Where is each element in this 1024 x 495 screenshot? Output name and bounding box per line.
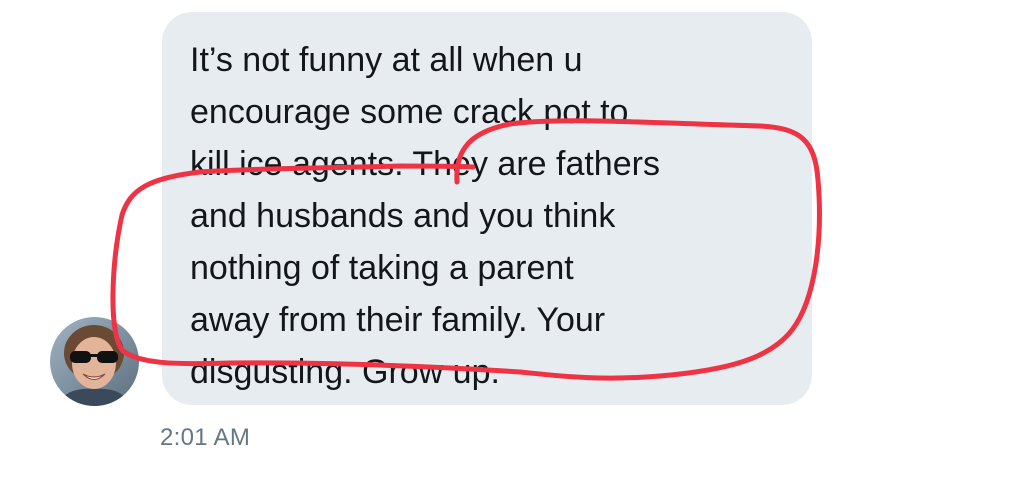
message-line: kill ice agents. They are fathers xyxy=(190,145,660,183)
sender-avatar[interactable] xyxy=(50,317,139,406)
message-line: It’s not funny at all when u xyxy=(190,41,583,79)
message-line: disgusting. Grow up. xyxy=(190,353,500,391)
message-timestamp: 2:01 AM xyxy=(160,424,251,451)
dm-conversation: It’s not funny at all when u encourage s… xyxy=(0,0,1024,495)
message-line: nothing of taking a parent xyxy=(190,249,574,287)
message-line: encourage some crack pot to xyxy=(190,93,629,131)
avatar-photo-icon xyxy=(50,317,139,406)
message-line: and husbands and you think xyxy=(190,197,616,235)
message-line: away from their family. Your xyxy=(190,301,606,339)
message-text: It’s not funny at all when u encourage s… xyxy=(190,34,790,398)
